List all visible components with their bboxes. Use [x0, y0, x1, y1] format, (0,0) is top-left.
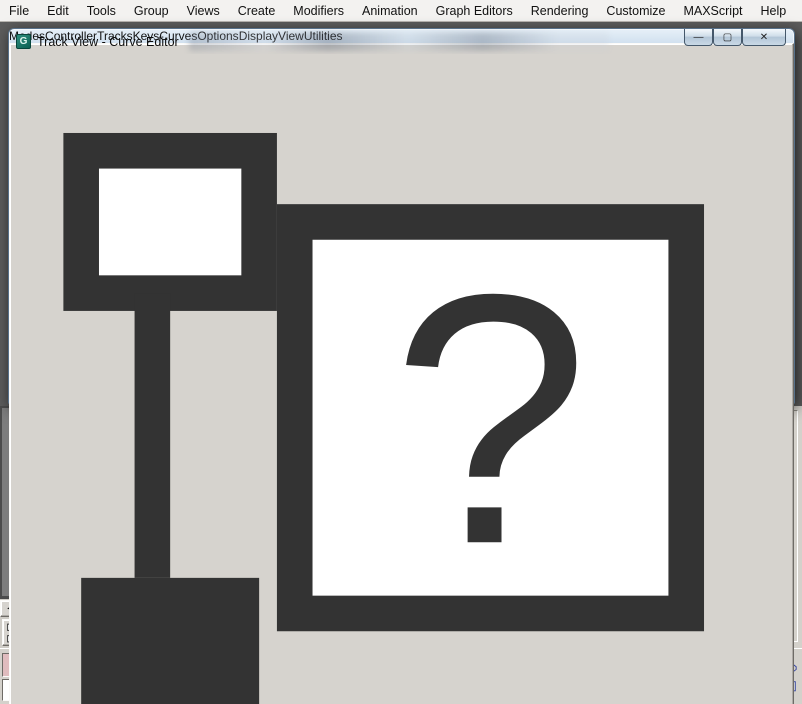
- app-menu-item-group[interactable]: Group: [125, 0, 178, 21]
- svg-text:?: ?: [392, 221, 590, 618]
- app-menu-item-customize[interactable]: Customize: [597, 0, 674, 21]
- track-view-window[interactable]: G Track View - Curve Editor — ▢ ✕ ModesC…: [8, 28, 795, 405]
- filters-icon[interactable]: ?: [9, 43, 794, 704]
- app-menu-item-graph-editors[interactable]: Graph Editors: [427, 0, 522, 21]
- app-menu-item-tools[interactable]: Tools: [78, 0, 125, 21]
- window-title-bar[interactable]: G Track View - Curve Editor — ▢ ✕: [9, 29, 794, 54]
- app-menu-item-views[interactable]: Views: [178, 0, 229, 21]
- maximize-button[interactable]: ▢: [713, 29, 742, 46]
- app-menu-item-animation[interactable]: Animation: [353, 0, 427, 21]
- app-menu-item-edit[interactable]: Edit: [38, 0, 78, 21]
- app-menu-item-maxscript[interactable]: MAXScript: [674, 0, 751, 21]
- track-view-app-icon: G: [16, 34, 31, 49]
- track-view-toolbar: ?: [9, 43, 794, 704]
- minimize-button[interactable]: —: [684, 29, 713, 46]
- app-menu-item-file[interactable]: File: [0, 0, 38, 21]
- app-menu-item-help[interactable]: Help: [752, 0, 796, 21]
- app-menu-item-modifiers[interactable]: Modifiers: [284, 0, 353, 21]
- app-menu-item-create[interactable]: Create: [229, 0, 285, 21]
- close-button[interactable]: ✕: [742, 29, 786, 46]
- app-menu-item-rendering[interactable]: Rendering: [522, 0, 598, 21]
- app-menu-bar: FileEditToolsGroupViewsCreateModifiersAn…: [0, 0, 802, 22]
- window-title: Track View - Curve Editor: [37, 35, 179, 49]
